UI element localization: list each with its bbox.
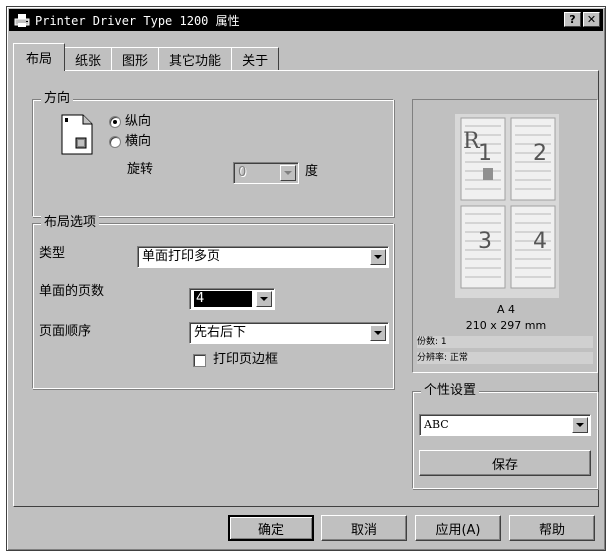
orientation-group-title: 方向 [41,91,74,107]
printer-icon [14,14,30,27]
type-select[interactable]: 单面打印多页 [137,246,389,268]
profile-group: 个性设置 ABC 保存 [412,383,598,489]
rotate-label: 旋转 [127,162,154,177]
resolution-text: 分辨率: 正常 [417,353,468,363]
print-border-label[interactable]: 打印页边框 [213,352,278,368]
tab-graphics[interactable]: 图形 [111,47,160,71]
chevron-down-icon [280,165,296,181]
pages-per-sheet-select[interactable]: 4 [189,288,275,310]
tab-about[interactable]: 关于 [231,47,280,71]
chevron-down-icon [572,417,588,433]
landscape-label[interactable]: 横向 [125,134,151,150]
apply-button[interactable]: 应用(A) [415,515,501,541]
pages-per-sheet-value: 4 [194,291,252,307]
rotate-select[interactable]: 0 [233,162,299,184]
page-order-value: 先右后下 [194,325,247,340]
type-value: 单面打印多页 [142,249,221,264]
preview-cell-3: 3 [478,229,492,254]
title-bar: Printer Driver Type 1200 属性 ? ✕ [9,9,603,31]
tab-layout[interactable]: 布局 [13,43,66,71]
preview-cell-4: 4 [533,229,547,254]
rotate-unit-label: 度 [305,164,319,179]
page-order-label: 页面顺序 [39,324,92,339]
copies-info: 份数: 1 [417,336,593,348]
copies-text: 份数: 1 [417,337,447,347]
layout-options-group: 布局选项 类型 单面打印多页 单面的页数 4 页面顺序 先右后下 打印页边框 [32,215,394,389]
chevron-down-icon [370,325,386,341]
tab-strip: 布局 纸张 图形 其它功能 关于 [13,43,280,71]
preview-cell-2: 2 [533,141,547,166]
tab-panel-layout: 方向 纵向 横向 旋转 0 度 布局选项 类型 单面打印多页 单面的页数 4 页… [13,70,599,507]
profile-select[interactable]: ABC [419,414,591,436]
close-button[interactable]: ✕ [583,12,600,27]
tab-paper[interactable]: 纸张 [64,47,113,71]
chevron-down-icon [256,291,272,307]
ok-button[interactable]: 确定 [228,515,314,541]
preview-cell-1: 1 [478,141,492,166]
resolution-info: 分辨率: 正常 [417,352,593,364]
chevron-down-icon [370,249,386,265]
portrait-radio[interactable] [109,116,121,128]
save-profile-button[interactable]: 保存 [419,450,591,476]
profile-value: ABC [424,418,449,431]
layout-preview: 1 R 2 3 4 A 4 210 x 297 mm 份数: 1 分辨率: 正常 [412,99,598,373]
rotate-value: 0 [238,165,247,180]
orientation-group: 方向 纵向 横向 旋转 0 度 [32,91,394,217]
help-button[interactable]: 帮助 [509,515,595,541]
page-preview-image [425,108,589,298]
paper-name: A 4 [496,303,516,316]
type-label: 类型 [39,246,66,261]
landscape-radio[interactable] [109,136,121,148]
profile-group-title: 个性设置 [421,383,480,399]
tab-other-features[interactable]: 其它功能 [158,47,233,71]
cancel-button[interactable]: 取消 [321,515,407,541]
properties-dialog: Printer Driver Type 1200 属性 ? ✕ 布局 纸张 图形… [6,6,606,551]
help-title-button[interactable]: ? [564,12,581,27]
portrait-page-icon [61,114,93,155]
pages-per-sheet-label: 单面的页数 [39,284,105,299]
paper-dimensions: 210 x 297 mm [465,319,547,332]
preview-chart-glyph [483,168,493,180]
print-border-checkbox[interactable] [193,354,206,367]
preview-logo-letter: R [463,129,480,154]
portrait-label[interactable]: 纵向 [125,114,151,130]
page-order-select[interactable]: 先右后下 [189,322,389,344]
window-title: Printer Driver Type 1200 属性 [35,13,240,28]
layout-options-group-title: 布局选项 [41,215,100,231]
